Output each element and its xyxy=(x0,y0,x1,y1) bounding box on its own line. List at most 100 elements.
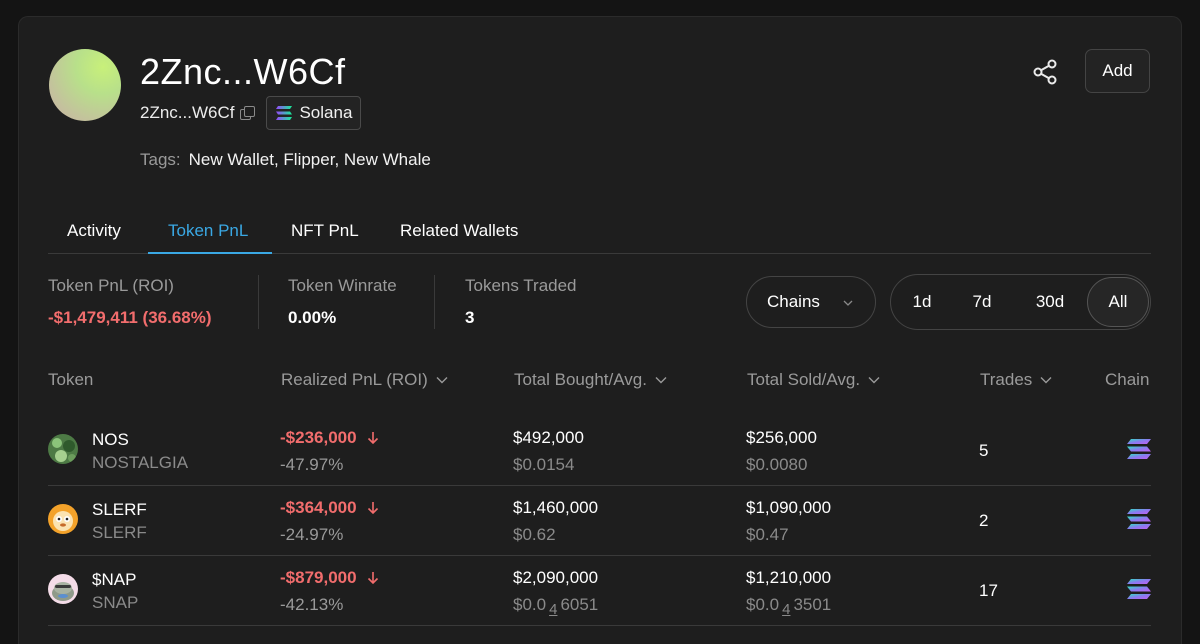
chevron-down-icon xyxy=(868,377,880,384)
range-7d[interactable]: 7d xyxy=(960,275,1004,329)
wallet-tags: Tags: New Wallet, Flipper, New Whale xyxy=(140,150,431,170)
realized-roi: -47.97% xyxy=(280,455,344,474)
wallet-address[interactable]: 2Znc...W6Cf xyxy=(140,103,234,123)
tab-bar: Activity Token PnL NFT PnL Related Walle… xyxy=(48,214,1151,254)
chevron-down-icon xyxy=(1040,377,1052,384)
chain-badge-label: Solana xyxy=(299,103,353,122)
total-bought: $492,000 xyxy=(513,428,584,447)
stat-divider xyxy=(434,275,435,329)
chain-badge[interactable]: Solana xyxy=(266,96,362,130)
table-row[interactable]: SLERF SLERF -$364,000 -24.97% $1,460,000… xyxy=(48,486,1151,556)
chevron-down-icon xyxy=(436,377,448,384)
avg-price-zero-count: 4 xyxy=(782,601,791,618)
arrow-down-icon xyxy=(367,502,378,515)
tab-related-wallets[interactable]: Related Wallets xyxy=(400,221,518,254)
column-header-label: Realized PnL (ROI) xyxy=(281,370,428,389)
solana-icon xyxy=(276,106,293,120)
realized-pnl-value: -$364,000 xyxy=(280,498,357,517)
stat-label: Tokens Traded xyxy=(465,276,577,295)
token-symbol: NOS xyxy=(92,430,129,449)
tags-label: Tags: xyxy=(140,150,181,169)
total-sold: $256,000 xyxy=(746,428,817,447)
token-name: SNAP xyxy=(92,593,139,612)
solana-icon xyxy=(1127,579,1151,599)
wallet-title: 2Znc...W6Cf xyxy=(140,51,346,92)
token-nos-icon xyxy=(48,434,78,464)
column-header-label: Token xyxy=(48,370,94,389)
column-header-total-bought[interactable]: Total Bought/Avg. xyxy=(514,370,667,390)
token-snap-icon xyxy=(48,574,78,604)
range-30d[interactable]: 30d xyxy=(1024,275,1076,329)
total-bought: $1,460,000 xyxy=(513,498,599,517)
stat-value: 3 xyxy=(465,308,475,327)
address-row: 2Znc...W6Cf Solana xyxy=(140,96,362,130)
avg-price-digits: 6051 xyxy=(560,595,599,614)
stat-token-pnl: Token PnL (ROI) -$1,479,411 (36.68%) xyxy=(48,276,212,328)
range-all[interactable]: All xyxy=(1087,277,1149,327)
table-row[interactable]: NOS NOSTALGIA -$236,000 -47.97% $492,000… xyxy=(48,416,1151,486)
stat-tokens-traded: Tokens Traded 3 xyxy=(465,276,577,328)
token-name: NOSTALGIA xyxy=(92,453,189,472)
column-header-trades[interactable]: Trades xyxy=(980,370,1052,390)
token-symbol: $NAP xyxy=(92,570,137,589)
avg-price-prefix: $0.0 xyxy=(746,595,780,614)
realized-pnl: -$879,000 xyxy=(280,568,379,588)
arrow-down-icon xyxy=(367,572,378,585)
sold-avg-price: $0.47 xyxy=(746,525,789,544)
realized-pnl: -$364,000 xyxy=(280,498,379,518)
avg-price-digits: 3501 xyxy=(793,595,832,614)
column-header-token: Token xyxy=(48,370,93,390)
share-icon[interactable] xyxy=(1032,58,1058,86)
chains-dropdown[interactable]: Chains xyxy=(746,276,876,328)
sold-avg-price: $0.0080 xyxy=(746,455,808,474)
chains-dropdown-label: Chains xyxy=(767,292,820,311)
tags-value: New Wallet, Flipper, New Whale xyxy=(188,150,431,169)
realized-pnl: -$236,000 xyxy=(280,428,379,448)
solana-icon xyxy=(1127,439,1151,459)
trades-count: 17 xyxy=(979,581,998,600)
column-header-chain: Chain xyxy=(1105,370,1149,390)
copy-icon[interactable] xyxy=(240,106,256,120)
avg-price-zero-count: 4 xyxy=(549,601,558,618)
column-header-label: Chain xyxy=(1105,370,1150,389)
token-name: SLERF xyxy=(92,523,147,542)
total-sold: $1,210,000 xyxy=(746,568,832,587)
trades-count: 5 xyxy=(979,441,989,460)
stat-value: -$1,479,411 (36.68%) xyxy=(48,308,212,327)
realized-pnl-value: -$879,000 xyxy=(280,568,357,587)
wallet-avatar xyxy=(49,49,121,121)
stat-label: Token PnL (ROI) xyxy=(48,276,174,295)
time-range-selector: 1d 7d 30d All xyxy=(890,274,1151,330)
bought-avg-price: $0.0 4 6051 xyxy=(513,595,599,618)
arrow-down-icon xyxy=(367,432,378,445)
range-1d[interactable]: 1d xyxy=(900,275,944,329)
stat-token-winrate: Token Winrate 0.00% xyxy=(288,276,397,328)
bought-avg-price: $0.0154 xyxy=(513,455,575,474)
token-slerf-icon xyxy=(48,504,78,534)
total-sold: $1,090,000 xyxy=(746,498,832,517)
trades-count: 2 xyxy=(979,511,989,530)
chevron-down-icon xyxy=(655,377,667,384)
active-tab-indicator xyxy=(148,252,272,254)
tab-activity[interactable]: Activity xyxy=(67,221,121,254)
chevron-down-icon xyxy=(843,300,853,306)
add-button[interactable]: Add xyxy=(1085,49,1150,93)
column-header-realized-pnl[interactable]: Realized PnL (ROI) xyxy=(281,370,448,390)
realized-roi: -24.97% xyxy=(280,525,344,544)
realized-pnl-value: -$236,000 xyxy=(280,428,357,447)
avg-price-prefix: $0.0 xyxy=(513,595,547,614)
solana-icon xyxy=(1127,509,1151,529)
tab-nft-pnl[interactable]: NFT PnL xyxy=(291,221,359,254)
table-row[interactable]: $NAP SNAP -$879,000 -42.13% $2,090,000 $… xyxy=(48,556,1151,626)
bought-avg-price: $0.62 xyxy=(513,525,556,544)
stat-divider xyxy=(258,275,259,329)
token-symbol: SLERF xyxy=(92,500,147,519)
stat-label: Token Winrate xyxy=(288,276,397,295)
column-header-label: Total Sold/Avg. xyxy=(747,370,861,389)
column-header-total-sold[interactable]: Total Sold/Avg. xyxy=(747,370,880,390)
tab-token-pnl[interactable]: Token PnL xyxy=(168,221,248,254)
stat-value: 0.00% xyxy=(288,308,337,327)
column-header-label: Total Bought/Avg. xyxy=(514,370,647,389)
sold-avg-price: $0.0 4 3501 xyxy=(746,595,832,618)
column-header-label: Trades xyxy=(980,370,1033,389)
